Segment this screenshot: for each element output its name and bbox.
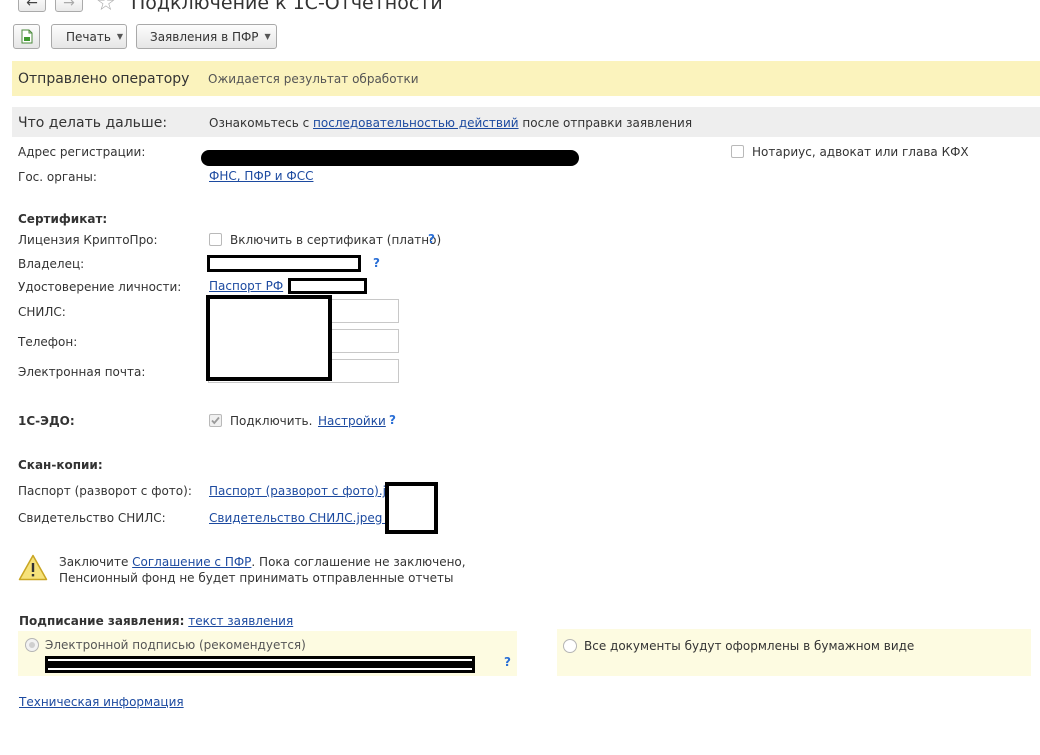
pfr-agreement-link[interactable]: Соглашение с ПФР [132, 555, 251, 569]
pfr-agreement-warning-line2: Пенсионный фонд не будет принимать отпра… [59, 571, 454, 585]
snils-scan-link[interactable]: Свидетельство СНИЛС.jpeg ( [209, 511, 391, 525]
chevron-down-icon: ▼ [264, 32, 271, 41]
identity-document-label: Удостоверение личности: [18, 280, 182, 294]
document-save-icon [21, 29, 32, 44]
electronic-signature-label: Электронной подписью (рекомендуется) [45, 638, 306, 652]
notary-checkbox-label: Нотариус, адвокат или глава КФХ [752, 145, 969, 159]
address-redacted [201, 150, 579, 166]
technical-info-link[interactable]: Техническая информация [19, 695, 184, 709]
arrow-left-icon: ← [26, 0, 38, 11]
status-title: Отправлено оператору [18, 71, 190, 87]
warning-icon [18, 554, 48, 581]
next-steps-text-after: после отправки заявления [522, 116, 693, 130]
forward-button[interactable]: → [55, 0, 83, 12]
certificate-heading: Сертификат: [18, 212, 108, 226]
edo-connect-checkbox[interactable] [209, 414, 222, 427]
snils-label: СНИЛС: [18, 305, 66, 319]
edo-connect-label: Подключить. [230, 414, 313, 428]
gov-agencies-link[interactable]: ФНС, ПФР и ФСС [209, 169, 313, 183]
chevron-down-icon: ▼ [116, 32, 124, 41]
identity-document-link[interactable]: Паспорт РФ [209, 279, 283, 293]
signature-help-icon[interactable]: ? [504, 655, 511, 669]
pfr-applications-menu-button[interactable]: Заявления в ПФР ▼ [136, 24, 277, 49]
passport-scan-link[interactable]: Паспорт (разворот с фото).jpeg [209, 484, 409, 498]
passport-scan-label: Паспорт (разворот с фото): [18, 484, 192, 498]
electronic-signature-radio[interactable] [25, 638, 39, 652]
print-menu-button[interactable]: Печать ▼ [51, 24, 127, 49]
notary-checkbox[interactable] [731, 145, 744, 158]
status-detail: Ожидается результат обработки [208, 72, 419, 86]
scan-sizes-redacted [385, 482, 438, 534]
signing-heading: Подписание заявления: [19, 614, 185, 628]
back-button[interactable]: ← [18, 0, 46, 12]
warning-text-after: . Пока соглашение не заключено, [251, 555, 466, 569]
edo-settings-link[interactable]: Настройки [318, 414, 386, 428]
phone-label: Телефон: [18, 335, 78, 349]
action-sequence-link[interactable]: последовательностью действий [313, 116, 519, 130]
identity-number-redacted [288, 278, 367, 294]
checkmark-icon [211, 416, 220, 425]
redact-bar [48, 661, 472, 668]
arrow-right-icon: → [63, 0, 75, 11]
paper-documents-label: Все документы будут оформлены в бумажном… [584, 639, 915, 653]
cryptopro-license-label: Лицензия КриптоПро: [18, 233, 158, 247]
print-button-label: Печать [66, 29, 111, 44]
signing-row: Подписание заявления: текст заявления [19, 614, 293, 628]
certificate-select-redacted[interactable] [45, 656, 475, 673]
edo-label: 1С-ЭДО: [18, 414, 75, 428]
warning-text-before: Заключите [59, 555, 129, 569]
owner-help-icon[interactable]: ? [373, 256, 380, 270]
cryptopro-license-checkbox-label: Включить в сертификат (платно) [230, 233, 442, 247]
owner-redacted [207, 255, 361, 272]
application-text-link[interactable]: текст заявления [188, 614, 293, 628]
email-label: Электронная почта: [18, 365, 146, 379]
gov-agencies-label: Гос. органы: [18, 170, 97, 184]
pfr-button-label: Заявления в ПФР [150, 29, 259, 44]
contacts-redacted [206, 295, 332, 381]
pfr-agreement-warning-line1: Заключите Соглашение с ПФР. Пока соглаше… [59, 555, 466, 569]
paper-documents-radio[interactable] [563, 639, 577, 653]
cryptopro-license-checkbox[interactable] [209, 233, 222, 246]
snils-scan-label: Свидетельство СНИЛС: [18, 511, 166, 525]
edo-help-icon[interactable]: ? [389, 413, 396, 427]
address-label: Адрес регистрации: [18, 145, 146, 159]
page-title: Подключение к 1С-Отчетности [131, 0, 443, 14]
favorite-star-icon[interactable]: ☆ [96, 0, 116, 16]
next-steps-text: Ознакомьтесь с последовательностью дейст… [209, 116, 692, 130]
save-document-button[interactable] [13, 24, 40, 49]
radio-dot-icon [29, 642, 35, 648]
next-steps-title: Что делать дальше: [18, 115, 168, 131]
scans-heading: Скан-копии: [18, 458, 103, 472]
license-help-icon[interactable]: ? [428, 232, 435, 246]
owner-label: Владелец: [18, 257, 85, 271]
next-steps-text-before: Ознакомьтесь с [209, 116, 310, 130]
